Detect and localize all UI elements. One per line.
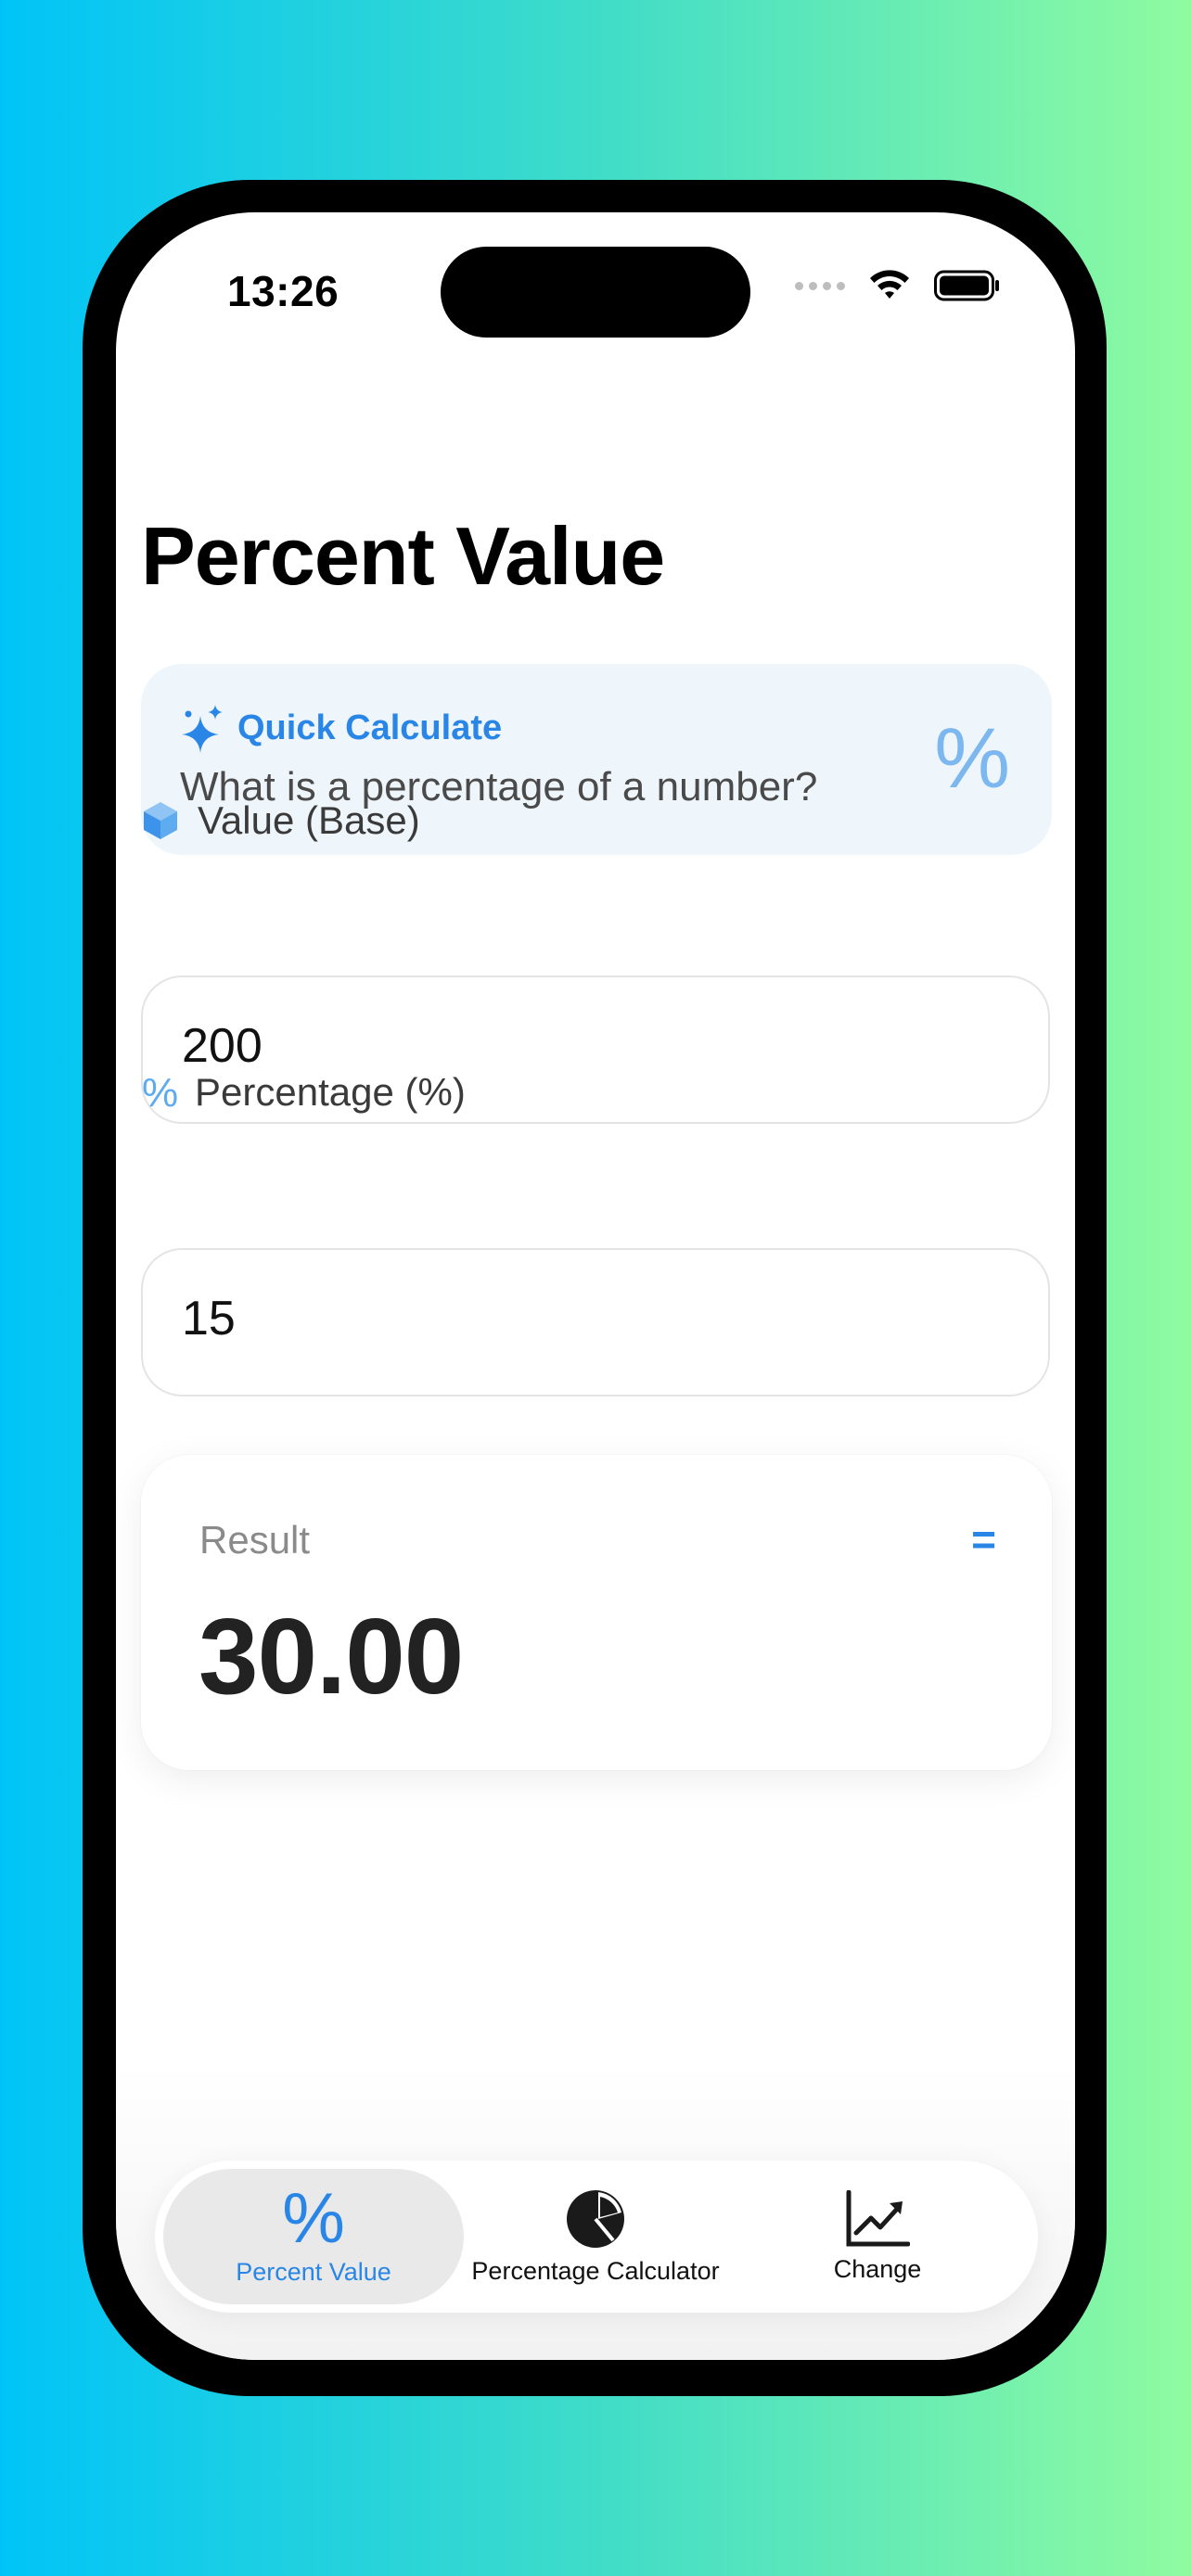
trend-chart-icon xyxy=(846,2189,910,2246)
percent-symbol-icon: % xyxy=(934,711,1010,806)
tab-label: Percentage Calculator xyxy=(471,2256,720,2285)
percentage-label: Percentage (%) xyxy=(195,1070,466,1114)
status-time: 13:26 xyxy=(227,267,339,315)
quick-calculate-title: Quick Calculate xyxy=(237,708,503,747)
status-icons xyxy=(795,270,1001,301)
tab-percent-value[interactable]: % Percent Value xyxy=(163,2169,464,2304)
percentage-field-wrapper xyxy=(141,1248,1050,1396)
tab-label: Percent Value xyxy=(236,2257,391,2286)
tab-bar: % Percent Value Percentage Calculator Ch… xyxy=(155,2161,1038,2313)
cube-icon xyxy=(144,802,177,839)
screen: 13:26 Percent Value Quick Calculate What… xyxy=(116,212,1075,2360)
wifi-icon xyxy=(870,270,909,299)
result-card: Result = 30.00 xyxy=(141,1455,1052,1770)
percent-small-icon: % xyxy=(142,1070,179,1116)
pie-chart-icon xyxy=(567,2189,624,2248)
tab-percentage-calculator[interactable]: Percentage Calculator xyxy=(464,2169,727,2304)
tab-label: Change xyxy=(833,2254,922,2283)
sparkles-icon xyxy=(182,705,223,753)
equals-icon: = xyxy=(971,1515,996,1563)
result-label: Result xyxy=(199,1518,311,1562)
percentage-input[interactable] xyxy=(182,1291,998,1346)
battery-icon xyxy=(934,270,999,301)
result-value: 30.00 xyxy=(198,1596,464,1716)
signal-icon xyxy=(795,281,845,290)
phone-frame: 13:26 Percent Value Quick Calculate What… xyxy=(83,180,1107,2396)
base-value-label: Value (Base) xyxy=(198,798,420,842)
dynamic-island xyxy=(441,247,750,338)
base-value-input[interactable] xyxy=(182,1018,998,1074)
tab-change[interactable]: Change xyxy=(727,2169,1028,2304)
page-title: Percent Value xyxy=(141,510,665,602)
percent-icon: % xyxy=(282,2178,345,2258)
